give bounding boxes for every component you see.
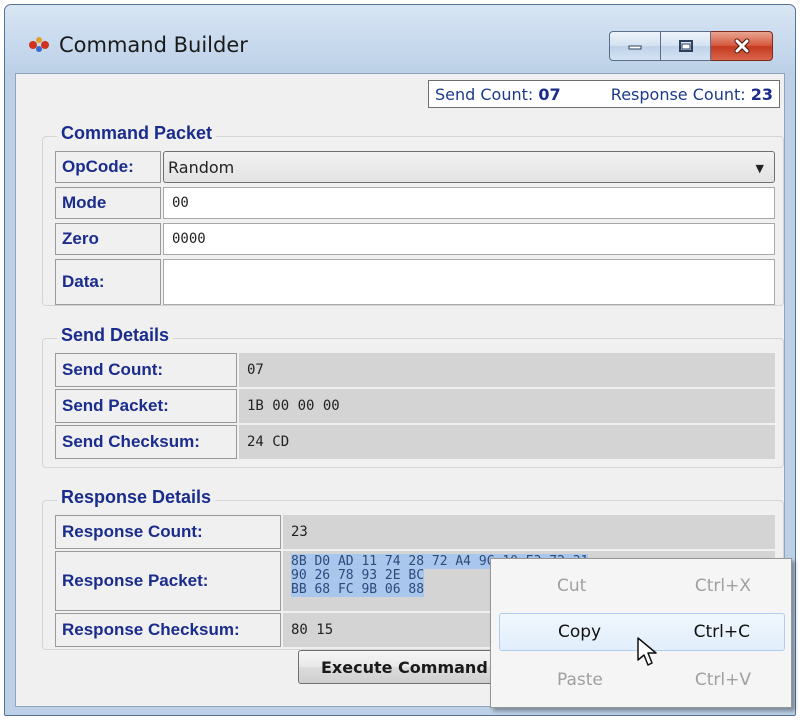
response-count-summary: Response Count: 23 <box>610 84 773 104</box>
minimize-icon <box>628 45 642 50</box>
opcode-label: OpCode: <box>55 151 161 183</box>
chevron-down-icon: ▼ <box>755 162 764 175</box>
response-count-label: Response Count: <box>55 515 281 549</box>
data-input[interactable] <box>163 259 775 305</box>
send-count-summary: Send Count: 07 <box>435 84 561 104</box>
send-count-value: 07 <box>239 353 775 387</box>
window-title: Command Builder <box>59 33 248 57</box>
send-details-group: Send Details Send Count: 07 Send Packet:… <box>42 325 784 468</box>
send-checksum-value: 24 CD <box>239 425 775 459</box>
mode-row: Mode 00 <box>55 187 775 219</box>
opcode-selected-value: Random <box>168 157 235 177</box>
close-icon <box>734 38 749 54</box>
opcode-select[interactable]: Random ▼ <box>163 151 775 183</box>
context-menu: Cut Ctrl+X Copy Ctrl+C Paste Ctrl+V <box>490 558 792 708</box>
send-packet-row: Send Packet: 1B 00 00 00 <box>55 389 775 423</box>
send-count-row: Send Count: 07 <box>55 353 775 387</box>
response-packet-line: 90 26 78 93 2E BC <box>291 568 425 583</box>
send-details-title: Send Details <box>57 325 174 346</box>
response-details-title: Response Details <box>57 487 216 508</box>
response-checksum-label: Response Checksum: <box>55 613 281 647</box>
data-row: Data: <box>55 259 775 305</box>
zero-label: Zero <box>55 223 161 255</box>
counts-bar: Send Count: 07 Response Count: 23 <box>428 80 780 108</box>
zero-input[interactable]: 0000 <box>163 223 775 255</box>
send-count-label: Send Count: <box>55 353 237 387</box>
command-packet-group: Command Packet OpCode: Random ▼ Mode 00 … <box>42 123 784 306</box>
send-checksum-label: Send Checksum: <box>55 425 237 459</box>
app-icon <box>29 37 49 52</box>
close-button[interactable] <box>711 31 773 61</box>
maximize-button[interactable] <box>661 31 711 61</box>
send-packet-value: 1B 00 00 00 <box>239 389 775 423</box>
send-checksum-row: Send Checksum: 24 CD <box>55 425 775 459</box>
mode-input[interactable]: 00 <box>163 187 775 219</box>
response-count-row: Response Count: 23 <box>55 515 775 549</box>
response-packet-label: Response Packet: <box>55 551 281 611</box>
response-count-summary-value: 23 <box>750 84 773 104</box>
mode-label: Mode <box>55 187 161 219</box>
response-packet-line: BB 68 FC 9B 06 88 <box>291 582 425 597</box>
send-packet-label: Send Packet: <box>55 389 237 423</box>
zero-row: Zero 0000 <box>55 223 775 255</box>
data-label: Data: <box>55 259 161 305</box>
response-count-value: 23 <box>283 515 775 549</box>
opcode-row: OpCode: Random ▼ <box>55 151 775 183</box>
mouse-pointer-icon <box>637 637 657 666</box>
maximize-icon <box>678 40 693 52</box>
title-bar[interactable]: Command Builder <box>5 5 795 73</box>
context-menu-cut[interactable]: Cut Ctrl+X <box>499 567 785 605</box>
command-packet-title: Command Packet <box>57 123 217 144</box>
send-count-summary-value: 07 <box>538 84 561 104</box>
minimize-button[interactable] <box>609 31 661 61</box>
execute-command-button[interactable]: Execute Command <box>298 650 498 684</box>
